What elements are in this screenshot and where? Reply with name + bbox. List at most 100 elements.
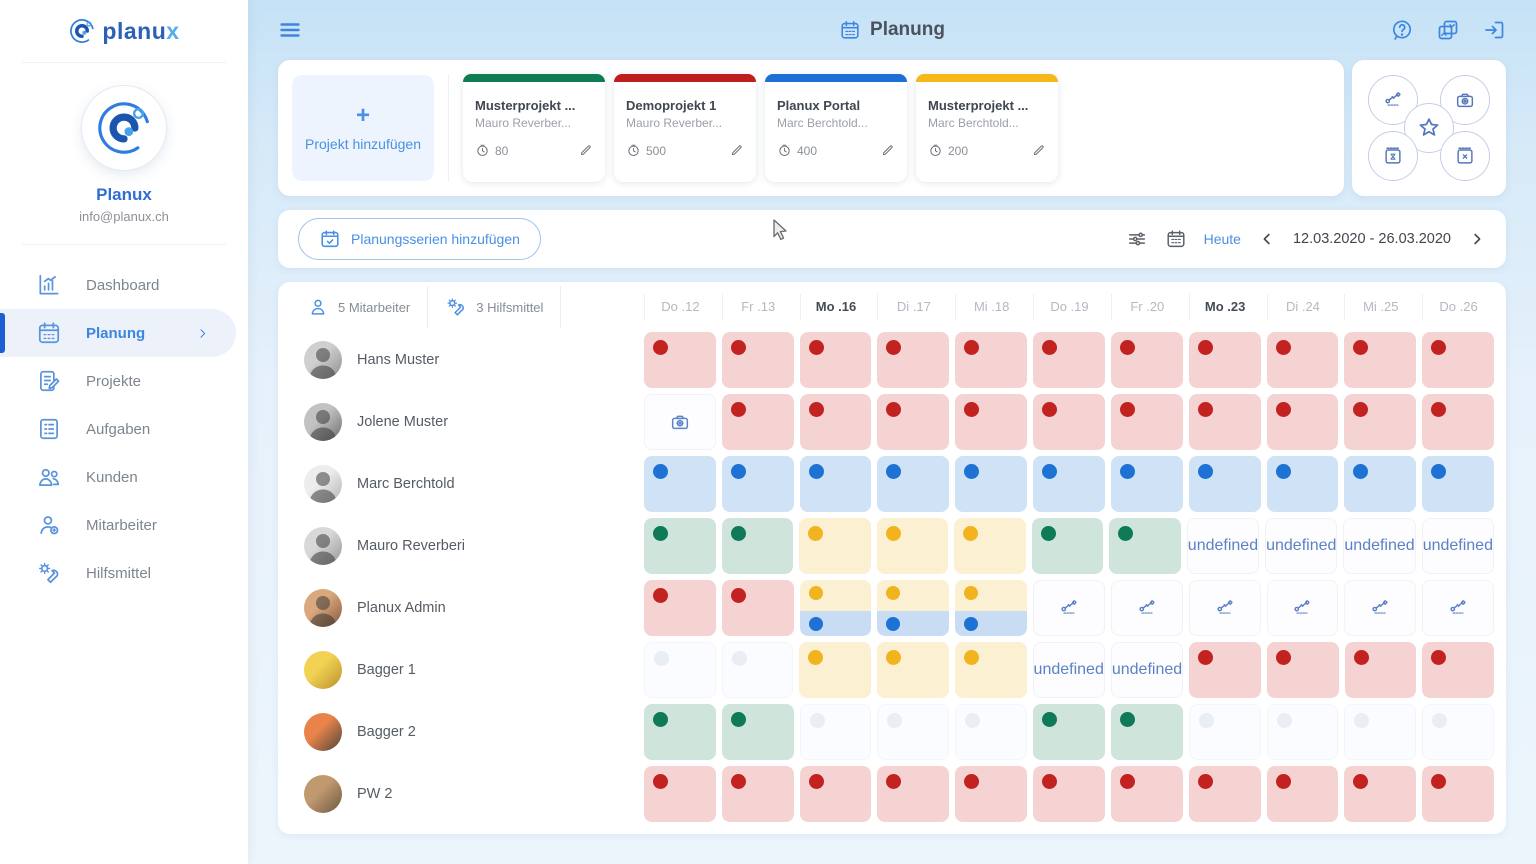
sidebar-item-planung[interactable]: Planung	[0, 309, 236, 357]
member-cell[interactable]: Mauro Reverberi	[290, 527, 638, 565]
schedule-cell[interactable]	[1111, 332, 1183, 388]
schedule-cell[interactable]: undefined	[1033, 642, 1105, 698]
schedule-cell[interactable]	[955, 456, 1027, 512]
schedule-cell[interactable]	[1032, 518, 1104, 574]
member-cell[interactable]: Bagger 1	[290, 651, 638, 689]
schedule-cell[interactable]	[877, 766, 949, 822]
schedule-cell[interactable]	[800, 704, 872, 760]
schedule-cell[interactable]	[877, 580, 949, 636]
edit-project-icon[interactable]	[880, 143, 895, 158]
schedule-cell[interactable]	[1033, 456, 1105, 512]
schedule-cell[interactable]	[722, 704, 794, 760]
schedule-cell[interactable]	[1189, 580, 1261, 636]
project-card[interactable]: Musterprojekt ... Marc Berchtold... 200	[916, 74, 1058, 182]
schedule-cell[interactable]	[644, 456, 716, 512]
schedule-cell[interactable]	[1267, 642, 1339, 698]
sidebar-item-aufgaben[interactable]: Aufgaben	[0, 405, 248, 453]
schedule-cell[interactable]	[644, 642, 716, 698]
schedule-cell[interactable]	[644, 332, 716, 388]
quick-action-calendar-x-icon[interactable]	[1440, 131, 1490, 181]
schedule-cell[interactable]	[644, 394, 716, 450]
schedule-cell[interactable]	[1189, 642, 1261, 698]
schedule-cell[interactable]	[1344, 332, 1416, 388]
edit-project-icon[interactable]	[578, 143, 593, 158]
schedule-cell[interactable]	[877, 456, 949, 512]
logout-icon[interactable]	[1482, 18, 1506, 42]
schedule-cell[interactable]	[800, 766, 872, 822]
quick-action-calendar-hourglass-icon[interactable]	[1368, 131, 1418, 181]
schedule-cell[interactable]	[644, 580, 716, 636]
schedule-cell[interactable]	[954, 518, 1026, 574]
schedule-cell[interactable]	[1344, 456, 1416, 512]
schedule-cell[interactable]	[800, 456, 872, 512]
schedule-cell[interactable]	[955, 766, 1027, 822]
project-card[interactable]: Demoprojekt 1 Mauro Reverber... 500	[614, 74, 756, 182]
schedule-cell[interactable]	[1111, 580, 1183, 636]
sidebar-item-projekte[interactable]: Projekte	[0, 357, 248, 405]
schedule-cell[interactable]	[644, 766, 716, 822]
schedule-cell[interactable]	[955, 394, 1027, 450]
schedule-cell[interactable]	[1267, 766, 1339, 822]
member-cell[interactable]: Jolene Muster	[290, 403, 638, 441]
schedule-cell[interactable]	[644, 518, 716, 574]
schedule-cell[interactable]	[800, 332, 872, 388]
filter-icon[interactable]	[1126, 228, 1148, 250]
help-icon[interactable]	[1390, 18, 1414, 42]
member-cell[interactable]: PW 2	[290, 775, 638, 813]
schedule-cell[interactable]	[799, 518, 871, 574]
schedule-cell[interactable]	[877, 394, 949, 450]
chevron-left-icon[interactable]	[1258, 230, 1276, 248]
edit-project-icon[interactable]	[729, 143, 744, 158]
schedule-cell[interactable]	[1344, 580, 1416, 636]
schedule-cell[interactable]	[1033, 394, 1105, 450]
sidebar-item-mitarbeiter[interactable]: Mitarbeiter	[0, 501, 248, 549]
schedule-cell[interactable]	[1111, 704, 1183, 760]
schedule-cell[interactable]	[1422, 394, 1494, 450]
schedule-cell[interactable]	[1345, 642, 1417, 698]
schedule-cell[interactable]	[1267, 394, 1339, 450]
hamburger-menu-icon[interactable]	[278, 18, 302, 42]
schedule-cell[interactable]	[1033, 332, 1105, 388]
schedule-cell[interactable]	[1344, 394, 1416, 450]
brand-logo[interactable]: planux	[0, 0, 248, 62]
grid-tab-mitarbeiter[interactable]: 5 Mitarbeiter	[290, 286, 428, 328]
today-button[interactable]: Heute	[1204, 231, 1241, 247]
schedule-cell[interactable]	[722, 518, 794, 574]
schedule-cell[interactable]	[1422, 456, 1494, 512]
add-planning-series-button[interactable]: Planungsserien hinzufügen	[298, 218, 541, 260]
member-cell[interactable]: Hans Muster	[290, 341, 638, 379]
schedule-cell[interactable]	[1267, 456, 1339, 512]
schedule-cell[interactable]	[1189, 332, 1261, 388]
date-range-label[interactable]: 12.03.2020 - 26.03.2020	[1293, 231, 1451, 247]
schedule-cell[interactable]	[1033, 766, 1105, 822]
grid-tab-hilfsmittel[interactable]: 3 Hilfsmittel	[428, 286, 561, 328]
schedule-cell[interactable]	[1422, 704, 1494, 760]
member-cell[interactable]: Marc Berchtold	[290, 465, 638, 503]
schedule-cell[interactable]	[1189, 456, 1261, 512]
project-card[interactable]: Planux Portal Marc Berchtold... 400	[765, 74, 907, 182]
schedule-cell[interactable]	[722, 332, 794, 388]
schedule-cell[interactable]	[1189, 704, 1261, 760]
schedule-cell[interactable]	[1422, 580, 1494, 636]
schedule-cell[interactable]: undefined	[1187, 518, 1259, 574]
schedule-cell[interactable]	[955, 642, 1027, 698]
schedule-cell[interactable]	[1111, 766, 1183, 822]
member-cell[interactable]: Bagger 2	[290, 713, 638, 751]
schedule-cell[interactable]	[877, 642, 949, 698]
schedule-cell[interactable]	[1422, 766, 1494, 822]
schedule-cell[interactable]	[722, 766, 794, 822]
project-card[interactable]: Musterprojekt ... Mauro Reverber... 80	[463, 74, 605, 182]
schedule-cell[interactable]	[722, 456, 794, 512]
schedule-cell[interactable]	[1344, 704, 1416, 760]
schedule-cell[interactable]	[1267, 332, 1339, 388]
schedule-cell[interactable]	[1344, 766, 1416, 822]
sidebar-item-hilfsmittel[interactable]: Hilfsmittel	[0, 549, 248, 597]
schedule-cell[interactable]: undefined	[1422, 518, 1494, 574]
schedule-cell[interactable]	[1111, 456, 1183, 512]
schedule-cell[interactable]	[1033, 580, 1105, 636]
schedule-cell[interactable]	[1189, 394, 1261, 450]
schedule-cell[interactable]	[722, 394, 794, 450]
calendar-icon[interactable]	[1165, 228, 1187, 250]
schedule-cell[interactable]	[1422, 642, 1494, 698]
schedule-cell[interactable]	[800, 580, 872, 636]
